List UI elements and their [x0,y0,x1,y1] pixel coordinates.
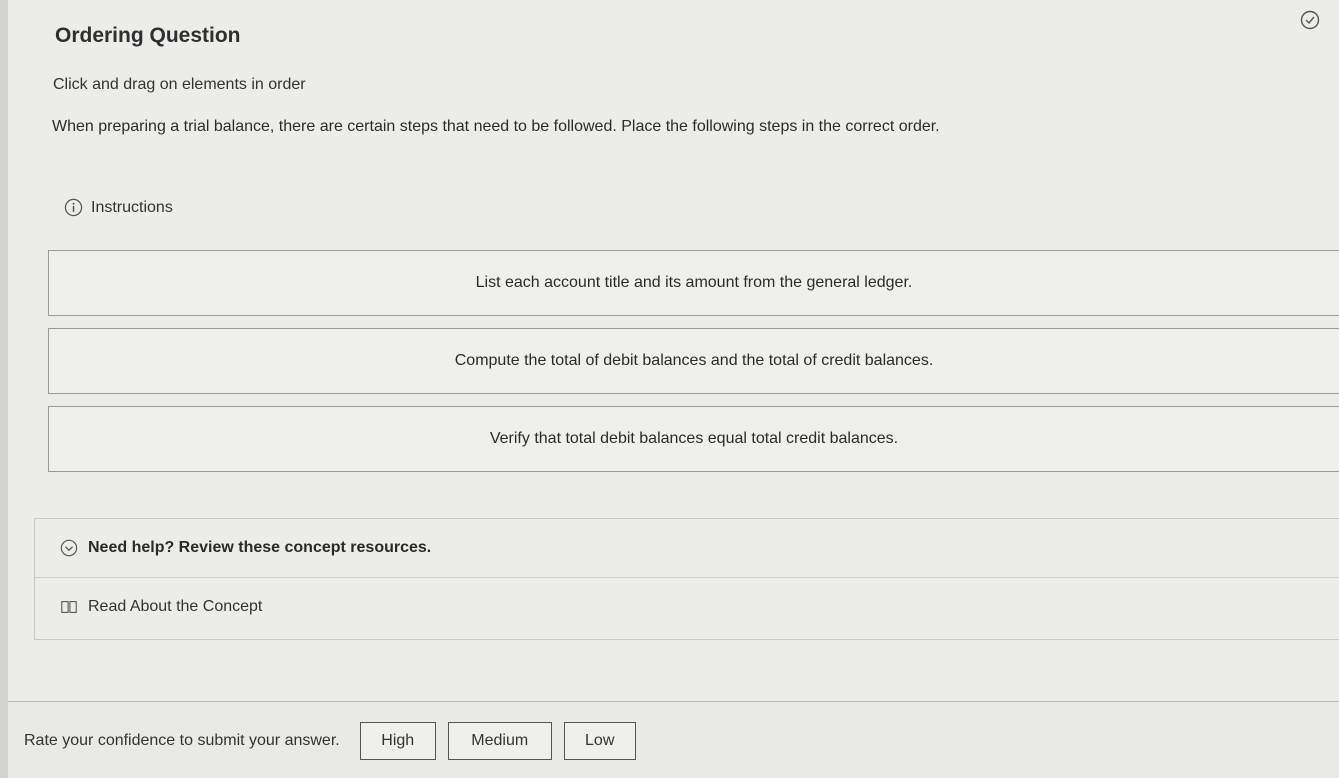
ordering-list: List each account title and its amount f… [48,250,1339,484]
confidence-medium-button[interactable]: Medium [447,722,552,760]
chevron-down-circle-icon [60,539,78,557]
read-concept-label: Read About the Concept [88,598,263,615]
confidence-high-button[interactable]: High [359,722,436,760]
question-prompt: When preparing a trial balance, there ar… [52,118,940,135]
footer-divider [8,701,1339,702]
confidence-footer: Rate your confidence to submit your answ… [24,722,636,760]
question-subtitle: Click and drag on elements in order [53,76,306,93]
page: Ordering Question Click and drag on elem… [0,0,1339,778]
left-strip [0,0,8,778]
rate-confidence-text: Rate your confidence to submit your answ… [24,732,340,749]
order-item[interactable]: Compute the total of debit balances and … [48,328,1339,394]
order-item[interactable]: Verify that total debit balances equal t… [48,406,1339,472]
help-toggle-label: Need help? Review these concept resource… [88,539,432,556]
order-item[interactable]: List each account title and its amount f… [48,250,1339,316]
info-icon [64,198,83,217]
check-circle-icon[interactable] [1300,10,1320,30]
instructions-toggle[interactable]: Instructions [64,198,173,217]
read-concept-link[interactable]: Read About the Concept [35,578,1339,636]
help-panel: Need help? Review these concept resource… [34,518,1339,640]
question-title: Ordering Question [55,24,241,47]
confidence-low-button[interactable]: Low [563,722,636,760]
instructions-label: Instructions [91,198,173,216]
book-icon [61,601,77,613]
help-toggle[interactable]: Need help? Review these concept resource… [35,519,1339,578]
